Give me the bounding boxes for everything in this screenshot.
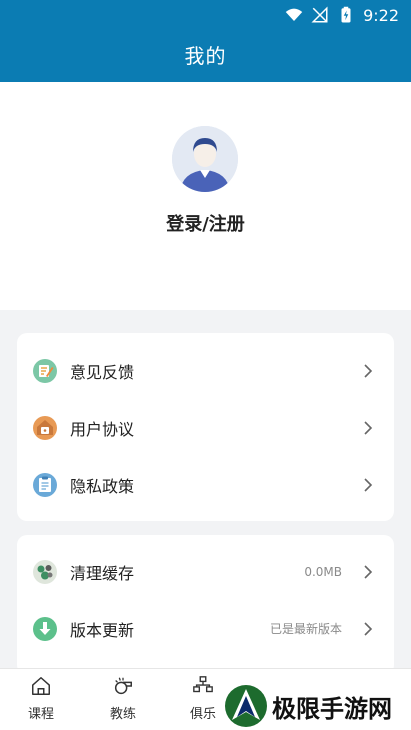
avatar[interactable] <box>172 126 238 192</box>
home-icon <box>32 677 50 695</box>
menu-item-privacy-policy[interactable]: 隐私政策 <box>17 456 394 513</box>
status-time: 9:22 <box>363 5 399 25</box>
menu-item-label: 隐私政策 <box>70 476 135 496</box>
update-icon <box>33 616 57 641</box>
chevron-right-icon <box>364 477 373 492</box>
chevron-right-icon <box>364 621 373 636</box>
status-bar: 9:22 <box>285 4 399 26</box>
chevron-right-icon <box>364 564 373 579</box>
menu-item-label: 版本更新 <box>70 620 135 640</box>
tab-coaches[interactable]: 教练 <box>88 675 158 722</box>
tab-label: 课程 <box>27 707 54 722</box>
watermark: 极限手游网 <box>222 682 411 730</box>
menu-card-settings: 清理缓存 0.0MB 版本更新 已是最新版本 <box>17 535 394 675</box>
privacy-icon <box>33 472 57 497</box>
menu-card-general: 意见反馈 用户协议 隐私政策 <box>17 333 394 521</box>
menu-item-label: 意见反馈 <box>70 362 135 382</box>
clear-cache-icon <box>33 559 57 584</box>
app-header: 9:22 我的 <box>0 0 411 82</box>
menu-item-version-update[interactable]: 版本更新 已是最新版本 <box>17 600 394 657</box>
whistle-icon <box>114 677 132 695</box>
watermark-text: 极限手游网 <box>272 694 392 723</box>
agreement-icon <box>33 415 57 440</box>
chevron-right-icon <box>364 420 373 435</box>
no-signal-icon <box>311 6 328 23</box>
chevron-right-icon <box>364 363 373 378</box>
tab-label: 教练 <box>109 707 136 722</box>
page-title: 我的 <box>184 44 227 68</box>
wifi-icon <box>285 8 303 21</box>
login-register-button[interactable]: 登录/注册 <box>0 210 411 236</box>
feedback-icon <box>33 358 57 383</box>
menu-item-label: 用户协议 <box>70 419 135 439</box>
menu-item-clear-cache[interactable]: 清理缓存 0.0MB <box>17 543 394 600</box>
menu-item-feedback[interactable]: 意见反馈 <box>17 342 394 399</box>
battery-charging-icon <box>341 6 351 23</box>
menu-item-user-agreement[interactable]: 用户协议 <box>17 399 394 456</box>
menu-item-label: 清理缓存 <box>70 563 135 583</box>
user-avatar-icon <box>172 126 238 192</box>
tab-courses[interactable]: 课程 <box>6 675 76 722</box>
version-status-value: 已是最新版本 <box>269 622 342 636</box>
profile-section: 登录/注册 <box>0 82 411 310</box>
club-icon <box>193 676 213 693</box>
watermark-logo-icon <box>225 685 267 727</box>
cache-size-value: 0.0MB <box>304 564 342 579</box>
